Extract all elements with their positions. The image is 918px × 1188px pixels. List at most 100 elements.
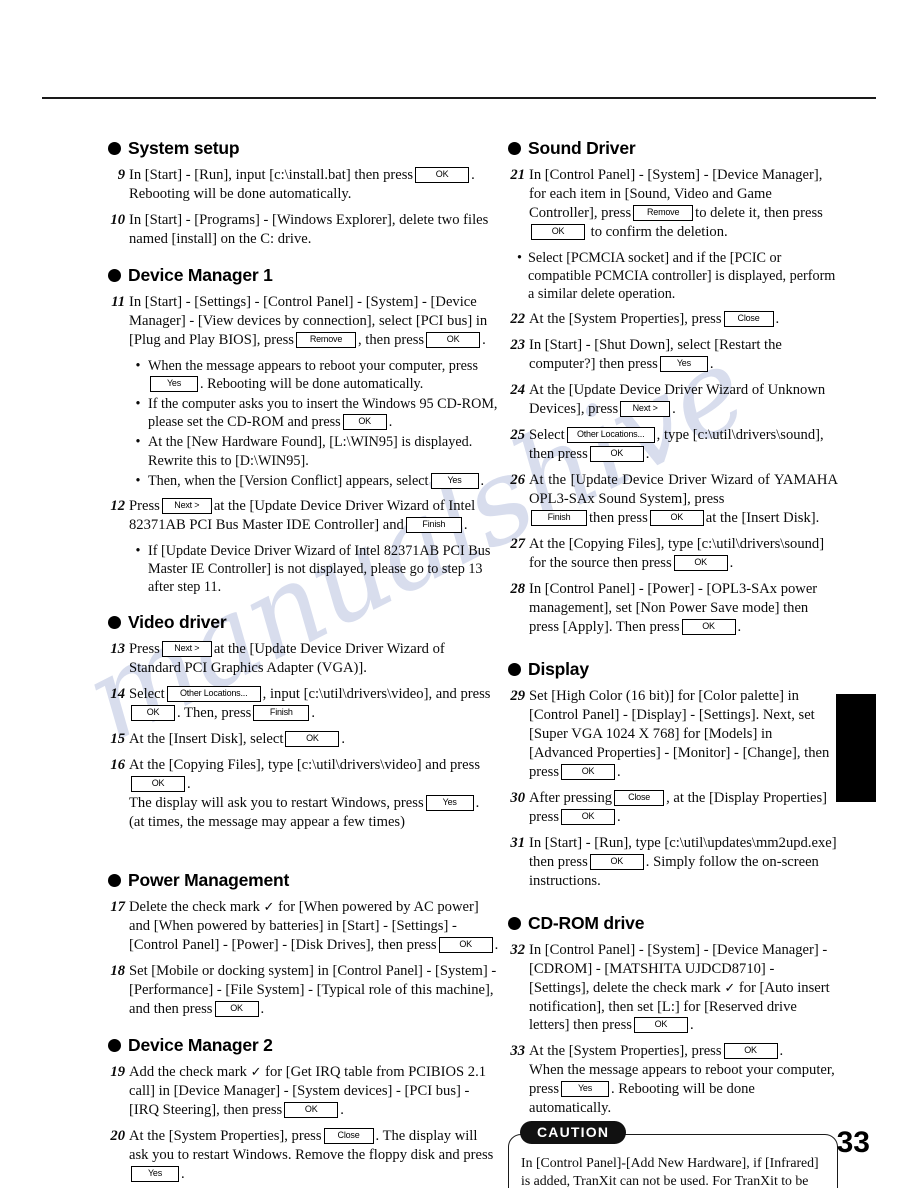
step-text-3: . xyxy=(617,808,621,825)
step-31: 31 In [Start] - [Run], type [c:\util\upd… xyxy=(508,834,838,891)
step-text: After pressing xyxy=(529,789,613,806)
step-body: In [Start] - [Run], input [c:\install.ba… xyxy=(129,167,475,202)
ok-button[interactable]: OK xyxy=(438,937,493,954)
yes-button[interactable]: Yes xyxy=(561,1081,609,1098)
ok-button[interactable]: OK xyxy=(561,763,615,780)
step-text: Set [Mobile or docking system] in [Contr… xyxy=(129,963,497,1017)
step-number: 15 xyxy=(110,731,125,748)
step-body: Delete the check mark ✓ for [When powere… xyxy=(129,898,500,955)
edge-tab-marker xyxy=(836,694,876,802)
ok-button[interactable]: OK xyxy=(214,1001,259,1017)
step-30: 30 After pressing Close, at the [Display … xyxy=(508,789,838,827)
step-15: 15 At the [Insert Disk], select OK. xyxy=(108,730,500,749)
finish-button[interactable]: Finish xyxy=(253,705,310,722)
ok-button[interactable]: OK xyxy=(649,510,704,527)
remove-button[interactable]: Remove xyxy=(633,204,694,221)
step-number: 23 xyxy=(510,337,525,354)
bullet-item: • At the [New Hardware Found], [L:\WIN95… xyxy=(130,433,500,469)
step-body: At the [System Properties], press Close. xyxy=(529,310,838,329)
step-number: 27 xyxy=(510,536,525,553)
remove-button[interactable]: Remove xyxy=(296,331,356,348)
ok-button[interactable]: OK xyxy=(131,776,185,793)
section-title: Device Manager 2 xyxy=(128,1034,273,1055)
step-32: 32 In [Control Panel] - [System] - [Devi… xyxy=(508,941,838,1036)
caution-badge: CAUTION xyxy=(520,1121,627,1145)
yes-button[interactable]: Yes xyxy=(131,1165,179,1182)
ok-button[interactable]: OK xyxy=(285,731,340,748)
step-text: At the [Copying Files], type [c:\util\dr… xyxy=(129,757,480,774)
step-text: Select xyxy=(529,427,565,444)
ok-button[interactable]: OK xyxy=(415,167,470,183)
yes-button[interactable]: Yes xyxy=(150,375,198,392)
yes-button[interactable]: Yes xyxy=(425,795,474,812)
step-33: 33 At the [System Properties], press OK. W… xyxy=(508,1042,838,1118)
bullet-icon xyxy=(508,662,521,676)
close-button[interactable]: Close xyxy=(723,311,774,328)
step-number: 20 xyxy=(110,1127,125,1144)
step-21: 21 In [Control Panel] - [System] - [Devi… xyxy=(508,166,838,242)
section-heading-system-setup: System setup xyxy=(108,138,500,159)
bullet-text: If the computer asks you to insert the W… xyxy=(148,396,498,431)
yes-button[interactable]: Yes xyxy=(430,472,479,489)
other-locations-button[interactable]: Other Locations... xyxy=(166,686,261,703)
step-text: Select xyxy=(129,686,165,703)
step-body: At the [System Properties], press Close. … xyxy=(129,1127,500,1184)
step-number: 13 xyxy=(110,641,125,658)
bullet-item: • Select [PCMCIA socket] and if the [PCI… xyxy=(517,249,838,304)
step-13: 13 Press Next > at the [Update Device Driv… xyxy=(108,640,500,678)
ok-button[interactable]: OK xyxy=(131,705,175,722)
step-11: 11 In [Start] - [Settings] - [Control Pa… xyxy=(108,293,500,350)
ok-button[interactable]: OK xyxy=(723,1043,778,1060)
step-17: 17 Delete the check mark ✓ for [When pow… xyxy=(108,898,500,955)
ok-button[interactable]: OK xyxy=(531,223,585,240)
ok-button[interactable]: OK xyxy=(673,555,728,572)
step-number: 29 xyxy=(510,687,525,704)
step-text-2: to delete it, then press xyxy=(695,204,823,221)
close-button[interactable]: Close xyxy=(323,1127,374,1144)
step-number: 17 xyxy=(110,899,125,916)
step-number: 16 xyxy=(110,757,125,774)
close-button[interactable]: Close xyxy=(614,789,665,806)
bullet-text-b: Rebooting will be done automatically. xyxy=(207,375,424,392)
other-locations-button[interactable]: Other Locations... xyxy=(566,427,655,444)
bullet-text: When the message appears to reboot your … xyxy=(148,357,478,392)
step-26: 26 At the [Update Device Driver Wizard o… xyxy=(508,471,838,528)
bullet-icon xyxy=(508,916,521,930)
ok-button[interactable]: OK xyxy=(426,331,481,348)
ok-button[interactable]: OK xyxy=(342,414,387,431)
step-body: Select Other Locations..., type [c:\util\… xyxy=(529,426,838,464)
next-button[interactable]: Next > xyxy=(161,497,212,514)
yes-button[interactable]: Yes xyxy=(659,356,708,373)
step-body: In [Start] - [Settings] - [Control Panel… xyxy=(129,293,500,350)
step-number: 22 xyxy=(510,311,525,328)
step-number: 9 xyxy=(117,167,125,183)
finish-button[interactable]: Finish xyxy=(405,516,462,533)
next-button[interactable]: Next > xyxy=(161,641,212,658)
step-body: Set [High Color (16 bit)] for [Color pal… xyxy=(529,687,838,782)
ok-button[interactable]: OK xyxy=(589,446,644,463)
step-body: In [Control Panel] - [System] - [Device … xyxy=(529,941,838,1036)
bullet-dot-icon: • xyxy=(135,472,141,489)
checkmark-icon: ✓ xyxy=(724,980,736,996)
ok-button[interactable]: OK xyxy=(284,1101,339,1118)
ok-button[interactable]: OK xyxy=(633,1017,688,1034)
ok-button[interactable]: OK xyxy=(561,808,615,825)
step-body: Set [Mobile or docking system] in [Contr… xyxy=(129,962,500,1019)
checkmark-icon: ✓ xyxy=(250,1064,262,1080)
step-text-2: Rebooting will be done automatically. xyxy=(129,185,352,202)
bullet-icon xyxy=(508,142,521,155)
finish-button[interactable]: Finish xyxy=(531,510,587,527)
step-text: At the [Update Device Driver Wizard of U… xyxy=(529,382,826,418)
step-text-3: . xyxy=(340,1101,344,1118)
step-text-2: . xyxy=(617,763,621,780)
step-12: 12 Press Next > at the [Update Device Driv… xyxy=(108,497,500,535)
section-heading-sound-driver: Sound Driver xyxy=(508,138,838,159)
next-button[interactable]: Next > xyxy=(620,401,671,418)
step-20: 20 At the [System Properties], press Clos… xyxy=(108,1127,500,1184)
ok-button[interactable]: OK xyxy=(681,618,736,635)
step-text-3: The display will ask you to restart Wind… xyxy=(129,795,424,812)
ok-button[interactable]: OK xyxy=(589,853,644,870)
step-number: 24 xyxy=(510,382,525,399)
step-text-2: . xyxy=(187,776,191,793)
step-11-bullets: • When the message appears to reboot you… xyxy=(108,357,500,490)
